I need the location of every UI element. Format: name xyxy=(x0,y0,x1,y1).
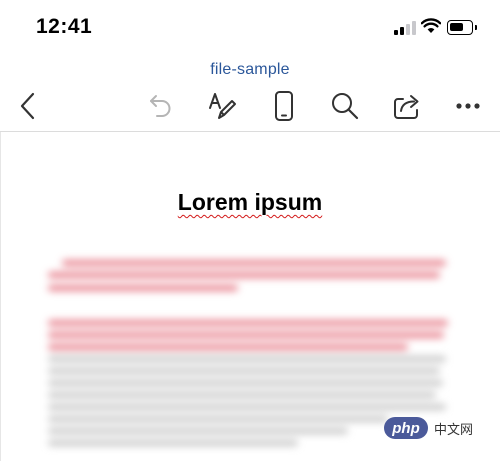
document-toolbar xyxy=(0,86,500,128)
cellular-signal-icon xyxy=(394,21,416,35)
blurred-paragraph-2 xyxy=(48,320,458,460)
watermark: php 中文网 xyxy=(384,417,473,439)
draw-pen-icon xyxy=(209,93,236,119)
mobile-view-icon xyxy=(275,91,293,121)
page-edge xyxy=(0,132,1,461)
mobile-view-button[interactable] xyxy=(264,86,304,126)
status-time: 12:41 xyxy=(36,15,93,38)
blurred-paragraph-1 xyxy=(48,258,458,298)
draw-button[interactable] xyxy=(202,86,242,126)
more-options-button[interactable] xyxy=(448,86,488,126)
undo-button[interactable] xyxy=(141,86,181,126)
wifi-icon xyxy=(421,18,441,33)
chevron-left-icon xyxy=(20,92,35,120)
document-heading[interactable]: Lorem ipsum xyxy=(0,189,500,216)
search-button[interactable] xyxy=(325,86,365,126)
file-name-title[interactable]: file-sample xyxy=(0,61,500,79)
search-icon xyxy=(332,93,359,120)
share-icon xyxy=(394,95,419,119)
undo-icon xyxy=(150,95,171,117)
watermark-logo: php xyxy=(384,417,428,439)
watermark-text: 中文网 xyxy=(434,421,474,437)
share-button[interactable] xyxy=(387,86,427,126)
status-bar: 12:41 xyxy=(0,0,500,56)
back-button[interactable] xyxy=(8,86,48,126)
more-dots-icon xyxy=(456,103,480,109)
battery-icon xyxy=(447,20,477,35)
